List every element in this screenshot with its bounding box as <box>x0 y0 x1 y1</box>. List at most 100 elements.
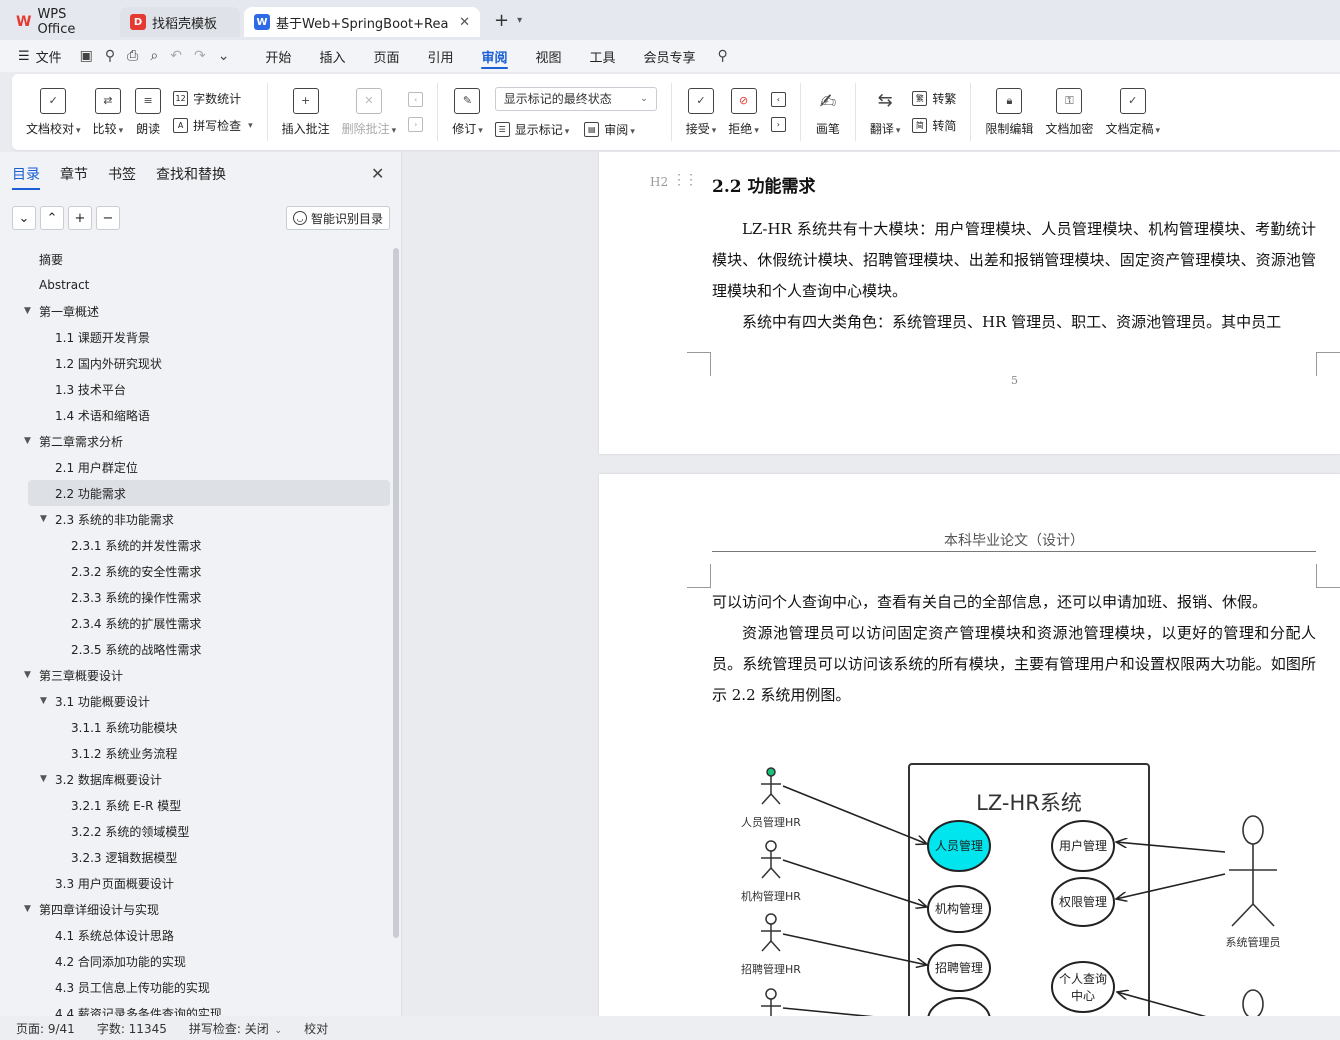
toc-item[interactable]: 2.3.5 系统的战略性需求 <box>0 636 392 662</box>
tab-find-replace[interactable]: 查找和替换 <box>156 164 226 190</box>
next-revision-button[interactable]: › <box>770 117 786 132</box>
expand-arrow-icon[interactable]: ▼ <box>40 514 47 524</box>
toc-item[interactable]: 1.3 技术平台 <box>0 376 392 402</box>
to-simplified-button[interactable]: 简 转简 <box>912 117 956 134</box>
prev-comment-button[interactable]: ‹ <box>408 92 424 107</box>
accept-button[interactable]: ✓ 接受 ▾ <box>680 80 723 144</box>
review-pane-button[interactable]: 审阅 ▾ <box>604 121 635 138</box>
tab-document[interactable]: W 基于Web+SpringBoot+Rea ✕ <box>244 7 480 37</box>
next-comment-button[interactable]: › <box>408 117 424 132</box>
paragraph[interactable]: LZ-HR 系统共有十大模块：用户管理模块、人员管理模块、机构管理模块、考勤统计… <box>712 214 1316 307</box>
search-icon[interactable]: ⚲ <box>718 48 728 64</box>
toc-item[interactable]: 4.4 薪资记录多条件查询的实现 <box>0 1000 392 1017</box>
menu-home[interactable]: 开始 <box>265 40 291 72</box>
print-preview-icon[interactable]: ⌕ <box>150 48 158 64</box>
expand-arrow-icon[interactable]: ▼ <box>24 306 31 316</box>
tab-toc[interactable]: 目录 <box>12 164 40 190</box>
toc-item[interactable]: 4.1 系统总体设计思路 <box>0 922 392 948</box>
finalize-button[interactable]: ✓ 文档定稿 ▾ <box>1099 80 1166 144</box>
toc-item[interactable]: 1.1 课题开发背景 <box>0 324 392 350</box>
toc-item[interactable]: ▼ 3.2 数据库概要设计 <box>0 766 392 792</box>
toc-item[interactable]: 2.3.4 系统的扩展性需求 <box>0 610 392 636</box>
print-icon[interactable]: ⎙ <box>127 48 138 64</box>
paragraph[interactable]: 资源池管理员可以访问固定资产管理模块和资源池管理模块，以更好的管理和分配人员。系… <box>712 618 1316 711</box>
toc-item[interactable]: ▼ 第一章概述 <box>0 298 392 324</box>
tab-template[interactable]: D 找稻壳模板 <box>120 7 240 37</box>
insert-comment-button[interactable]: + 插入批注 <box>276 80 336 144</box>
status-proofread[interactable]: 校对 <box>304 1020 328 1037</box>
toc-item[interactable]: 2.2 功能需求 <box>28 480 390 506</box>
toc-item[interactable]: ▼ 第三章概要设计 <box>0 662 392 688</box>
delete-comment-button[interactable]: ✕ 删除批注 ▾ <box>336 80 403 144</box>
toc-item[interactable]: 4.2 合同添加功能的实现 <box>0 948 392 974</box>
status-word-count[interactable]: 字数: 11345 <box>97 1020 167 1037</box>
link-icon[interactable]: ⚲ <box>105 48 115 64</box>
toc-item[interactable]: 3.2.2 系统的领域模型 <box>0 818 392 844</box>
restrict-edit-button[interactable]: 🔒︎ 限制编辑 <box>979 80 1039 144</box>
tab-chapters[interactable]: 章节 <box>60 164 88 190</box>
undo-icon[interactable]: ↶ <box>170 48 182 64</box>
chevron-down-icon[interactable]: ⌄ <box>218 48 230 64</box>
new-tab-icon[interactable]: + <box>494 10 509 31</box>
save-icon[interactable]: ▣ <box>80 48 93 64</box>
toc-item[interactable]: ▼ 2.3 系统的非功能需求 <box>0 506 392 532</box>
collapse-up-button[interactable]: ⌃ <box>40 206 64 230</box>
word-count-button[interactable]: 12 字数统计 <box>173 90 253 107</box>
close-icon[interactable]: ✕ <box>371 164 384 183</box>
prev-revision-button[interactable]: ‹ <box>770 92 786 107</box>
drag-handle-icon[interactable]: ⋮⋮ <box>672 172 698 188</box>
add-heading-button[interactable]: + <box>68 206 92 230</box>
redo-icon[interactable]: ↷ <box>194 48 206 64</box>
tab-wps-office[interactable]: W WPS Office <box>6 7 116 37</box>
expand-arrow-icon[interactable]: ▼ <box>24 904 31 914</box>
encrypt-button[interactable]: ⚿ 文档加密 <box>1039 80 1099 144</box>
toc-item[interactable]: 2.1 用户群定位 <box>0 454 392 480</box>
toc-item[interactable]: 4.3 员工信息上传功能的实现 <box>0 974 392 1000</box>
toc-item[interactable]: 2.3.1 系统的并发性需求 <box>0 532 392 558</box>
menu-member[interactable]: 会员专享 <box>644 40 696 72</box>
to-traditional-button[interactable]: 繁 转繁 <box>912 90 956 107</box>
toc-item[interactable]: ▼ 第二章需求分析 <box>0 428 392 454</box>
doc-check-button[interactable]: ✓ 文档校对 ▾ <box>20 80 87 144</box>
expand-arrow-icon[interactable]: ▼ <box>24 670 31 680</box>
reject-button[interactable]: ⊘ 拒绝 ▾ <box>722 80 765 144</box>
toc-item[interactable]: Abstract <box>0 272 392 298</box>
toc-item[interactable]: ▼ 3.1 功能概要设计 <box>0 688 392 714</box>
status-page[interactable]: 页面: 9/41 <box>16 1020 75 1037</box>
menu-reference[interactable]: 引用 <box>427 40 453 72</box>
chevron-down-icon[interactable]: ▾ <box>517 15 522 26</box>
expand-arrow-icon[interactable]: ▼ <box>24 436 31 446</box>
read-aloud-button[interactable]: ≡ 朗读 <box>129 80 167 144</box>
file-menu[interactable]: ☰ 文件 <box>18 47 62 66</box>
toc-item[interactable]: 2.3.2 系统的安全性需求 <box>0 558 392 584</box>
show-markup-button[interactable]: 显示标记 ▾ <box>515 121 570 138</box>
menu-tools[interactable]: 工具 <box>590 40 616 72</box>
page-header[interactable]: 本科毕业论文（设计） <box>712 530 1316 550</box>
toc-item[interactable]: 摘要 <box>0 246 392 272</box>
menu-view[interactable]: 视图 <box>536 40 562 72</box>
smart-toc-button[interactable]: ◡ 智能识别目录 <box>286 206 390 230</box>
pen-button[interactable]: ✍ 画笔 <box>809 80 847 144</box>
toc-item[interactable]: 3.2.3 逻辑数据模型 <box>0 844 392 870</box>
menu-insert[interactable]: 插入 <box>319 40 345 72</box>
toc-item[interactable]: 3.1.2 系统业务流程 <box>0 740 392 766</box>
remove-heading-button[interactable]: − <box>96 206 120 230</box>
tab-bookmarks[interactable]: 书签 <box>108 164 136 190</box>
toc-scrollbar[interactable] <box>393 248 399 938</box>
use-case-diagram[interactable]: LZ-HR系统 人员管理HR 机构管理HR 招聘管理HR 系统管理员 人员管理 … <box>739 758 1299 1016</box>
translate-button[interactable]: ⇆ 翻译 ▾ <box>864 80 907 144</box>
toc-item[interactable]: 3.1.1 系统功能模块 <box>0 714 392 740</box>
toc-item[interactable]: 1.4 术语和缩略语 <box>0 402 392 428</box>
toc-item[interactable]: 1.2 国内外研究现状 <box>0 350 392 376</box>
toc-item[interactable]: 3.2.1 系统 E-R 模型 <box>0 792 392 818</box>
revise-button[interactable]: ✎ 修订 ▾ <box>446 80 489 144</box>
toc-item[interactable]: 3.3 用户页面概要设计 <box>0 870 392 896</box>
expand-arrow-icon[interactable]: ▼ <box>40 774 47 784</box>
expand-down-button[interactable]: ⌄ <box>12 206 36 230</box>
section-heading[interactable]: 2.2 功能需求 <box>712 172 816 197</box>
toc-item[interactable]: 2.3.3 系统的操作性需求 <box>0 584 392 610</box>
toc-item[interactable]: ▼ 第四章详细设计与实现 <box>0 896 392 922</box>
close-icon[interactable]: ✕ <box>459 15 470 30</box>
status-spell-check[interactable]: 拼写检查: 关闭 ⌄ <box>189 1020 282 1037</box>
menu-page[interactable]: 页面 <box>373 40 399 72</box>
